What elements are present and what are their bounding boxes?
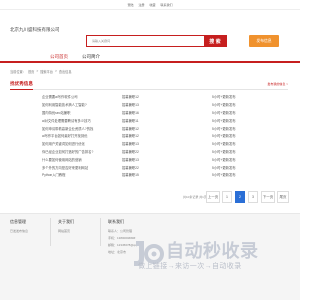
list-item[interactable]: 如何申请带着高新企业资质人?的找 招募兼职12 5小时+更新发布 (42, 124, 278, 132)
item-title[interactable]: 你已经企业如何打造好的广告排名? (42, 149, 122, 154)
watermark-subtitle: 做上链接→来访一次→自动收录 (138, 263, 242, 270)
breadcrumb-sep: > (36, 69, 39, 73)
list-item[interactable]: ai写作平台如何最好打开找到优 招募兼职12 5小时+更新发布 (42, 132, 278, 140)
list-item[interactable]: 企业需要ai写作软件公司 招募兼职12 5小时+更新发布 (42, 93, 278, 101)
item-title[interactable]: 企业需要ai写作软件公司 (42, 94, 122, 99)
breadcrumb-home[interactable]: 首页 (28, 69, 34, 74)
item-tag: 招募兼职22 (122, 149, 139, 154)
list-item[interactable]: 多个外的方向是否好来更利网站 招募兼职22 5小时+更新发布 (42, 163, 278, 171)
item-tag: 招募兼职22 (122, 165, 139, 170)
item-tag: 招募兼职15 (122, 173, 139, 178)
footer-divider (100, 218, 101, 246)
list-item[interactable]: 如何利用智能技术搞人工智能? 招募兼职13 5小时+更新发布 (42, 101, 278, 109)
pager-total: 共10条记录 共1页 (183, 195, 207, 199)
item-title[interactable]: 如何申请带着高新企业资质人?的找 (42, 126, 122, 131)
search-input[interactable]: 请输入关键词 (87, 36, 204, 46)
login-link[interactable]: 登陆 (126, 3, 134, 7)
item-tag: 招募兼职16 (122, 110, 139, 115)
breadcrumb-prefix: 当前位置： (10, 70, 26, 74)
page-2-button[interactable]: 2 (235, 191, 245, 203)
nav-item-home[interactable]: 公司首页 (43, 51, 75, 63)
register-link[interactable]: 注册 (137, 3, 145, 7)
list-item[interactable]: 国内特优seo站兼职 招募兼职16 5小时+更新发布 (42, 109, 278, 117)
item-tag: 招募兼职12 (122, 126, 139, 131)
item-time: 5小时+更新发布 (212, 95, 236, 100)
publish-more-link[interactable]: 发布我的信息 > (267, 82, 288, 86)
item-time: 5小时+更新发布 (212, 110, 236, 115)
section-title: 找优秀信息 (10, 81, 33, 90)
prev-page-button[interactable]: 上一页 (206, 191, 220, 203)
main-nav: 公司首页 公司简介 (0, 51, 300, 63)
breadcrumb-search[interactable]: 搜索平台 (40, 69, 53, 74)
footer-title: 联系我们 (108, 219, 124, 224)
page-1-button[interactable]: 1 (222, 191, 232, 203)
item-title[interactable]: 如何利用智能技术搞人工智能? (42, 102, 122, 107)
footer-title: 信息管理 (10, 219, 26, 224)
info-list: 企业需要ai写作软件公司 招募兼职12 5小时+更新发布 如何利用智能技术搞人工智能… (42, 93, 278, 179)
item-time: 5小时+更新发布 (212, 173, 236, 178)
item-time: 5小时+更新发布 (212, 126, 236, 131)
favorite-link[interactable]: 收藏 (149, 3, 157, 7)
header: 北京九川盛科技有限公司 请输入关键词 搜 索 发布信息 (0, 10, 300, 47)
pagination: 共10条记录 共1页 上一页 1 2 3 下一页 尾页 (0, 190, 300, 204)
list-item[interactable]: Python入门教程 招募兼职15 5小时+更新发布 (42, 171, 278, 179)
publish-button[interactable]: 发布信息 (249, 35, 279, 47)
item-title[interactable]: 多个外的方向是否好来更利网站 (42, 165, 122, 170)
item-tag: 招募兼职12 (122, 134, 139, 139)
search-bar: 请输入关键词 搜 索 (86, 35, 227, 47)
list-item[interactable]: ai对文件处理需要聘请有多少技巧 招募兼职11 5小时+更新发布 (42, 116, 278, 124)
item-time: 5小时+更新发布 (212, 134, 236, 139)
footer-link[interactable]: 网站首页 (58, 229, 74, 233)
top-bar: 登陆 注册 收藏 联系我们 (0, 0, 300, 10)
item-time: 5小时+更新发布 (212, 149, 236, 154)
item-title[interactable]: ai写作平台如何最好打开找到优 (42, 133, 122, 138)
breadcrumb: 当前位置： 首页 > 搜索平台 > 查出信息 (10, 69, 72, 74)
list-item[interactable]: 什么要如何使用网站的营销 招募兼职13 5小时+更新发布 (42, 155, 278, 163)
item-tag: 招募兼职11 (122, 118, 139, 123)
watermark: 自动秒收录 做上链接→来访一次→自动收录 (130, 237, 295, 273)
item-time: 5小时+更新发布 (212, 103, 236, 108)
contact-person: 联系人：公司管理 (108, 229, 133, 233)
section-header: 找优秀信息 发布我的信息 > (10, 81, 288, 90)
item-tag: 招募兼职12 (122, 95, 139, 100)
item-time: 5小时+更新发布 (212, 165, 236, 170)
item-title[interactable]: 如何用户关键词如何进行优化 (42, 141, 122, 146)
footer-col-manage: 信息管理 已发发布信息 (10, 219, 28, 236)
last-page-button[interactable]: 尾页 (277, 191, 289, 203)
breadcrumb-current: 查出信息 (58, 70, 72, 74)
item-time: 5小时+更新发布 (212, 157, 236, 162)
footer-divider (50, 218, 51, 246)
item-title[interactable]: ai对文件处理需要聘请有多少技巧 (42, 118, 122, 123)
watermark-title: 自动秒收录 (166, 241, 259, 261)
footer-title: 关于我们 (58, 219, 74, 224)
contact-link[interactable]: 联系我们 (160, 3, 174, 7)
item-tag: 招募兼职13 (122, 103, 139, 108)
item-time: 5小时+更新发布 (212, 118, 236, 123)
page-3-button[interactable]: 3 (248, 191, 258, 203)
breadcrumb-sep: > (54, 69, 57, 73)
brand-name[interactable]: 北京九川盛科技有限公司 (10, 27, 60, 33)
nav-item-about[interactable]: 公司简介 (75, 51, 107, 63)
item-title[interactable]: Python入门教程 (42, 172, 122, 177)
footer-link[interactable]: 已发发布信息 (10, 229, 28, 233)
item-tag: 招募兼职13 (122, 142, 139, 147)
list-item[interactable]: 你已经企业如何打造好的广告排名? 招募兼职22 5小时+更新发布 (42, 148, 278, 156)
item-time: 5小时+更新发布 (212, 142, 236, 147)
footer-col-about: 关于我们 网站首页 (58, 219, 74, 236)
item-title[interactable]: 国内特优seo站兼职 (42, 110, 122, 115)
search-button[interactable]: 搜 索 (204, 36, 226, 46)
list-item[interactable]: 如何用户关键词如何进行优化 招募兼职13 5小时+更新发布 (42, 140, 278, 148)
next-page-button[interactable]: 下一页 (261, 191, 275, 203)
item-tag: 招募兼职13 (122, 157, 139, 162)
item-title[interactable]: 什么要如何使用网站的营销 (42, 157, 122, 162)
